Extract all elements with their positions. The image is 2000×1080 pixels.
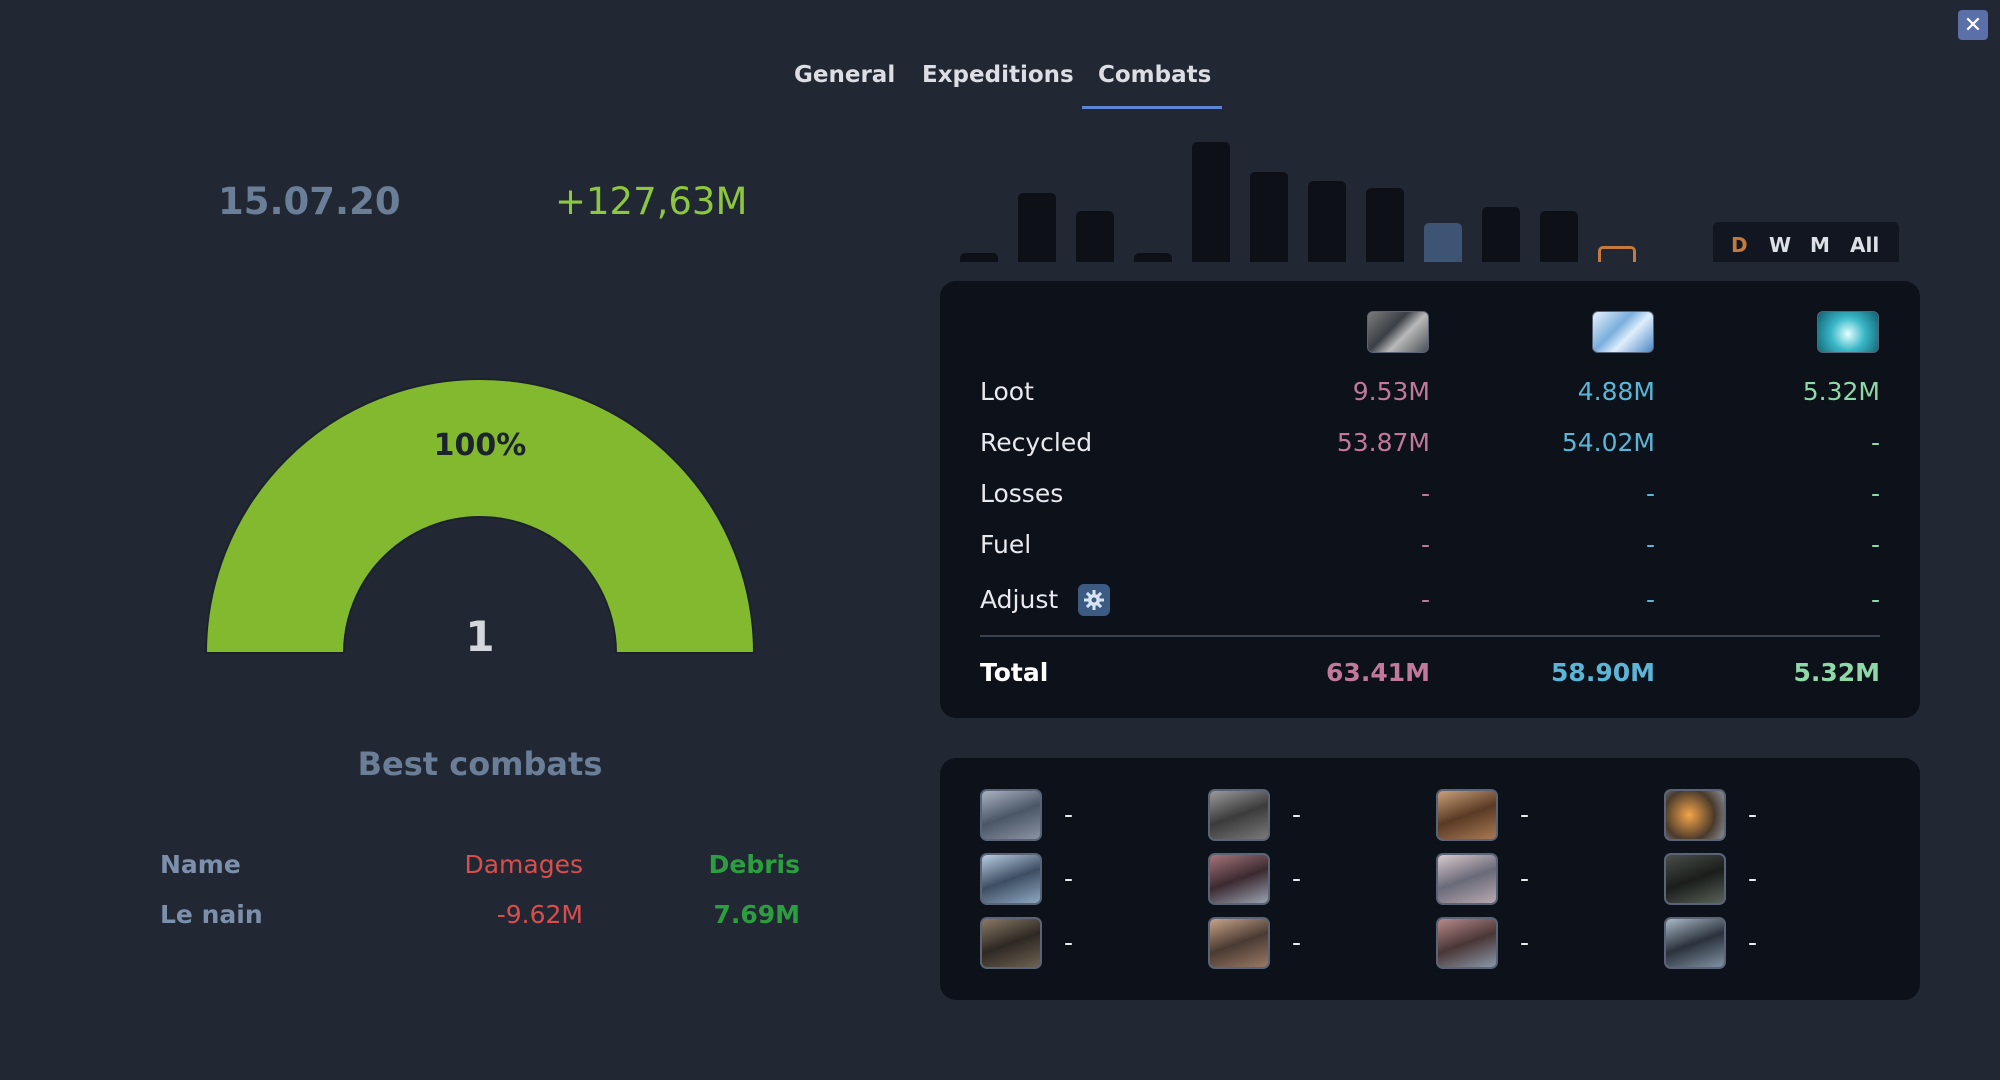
battleship-icon xyxy=(1664,789,1726,841)
losses-metal: - xyxy=(1420,479,1430,508)
metal-icon xyxy=(1367,311,1429,353)
total-metal: 63.41M xyxy=(1326,658,1430,687)
heavy-fighter-count: - xyxy=(1292,800,1302,829)
destroyer-count: - xyxy=(1520,864,1530,893)
loot-deuterium: 5.32M xyxy=(1802,377,1880,406)
pathfinder-icon xyxy=(1208,917,1270,969)
history-bar[interactable] xyxy=(1598,246,1636,262)
light-fighter-count: - xyxy=(1064,800,1074,829)
close-button[interactable]: ✕ xyxy=(1958,10,1988,40)
combat-damages: -9.62M xyxy=(496,900,583,929)
small-cargo-count: - xyxy=(1520,928,1530,957)
deuterium-icon xyxy=(1817,311,1879,353)
bomber-icon xyxy=(1208,853,1270,905)
tab-general[interactable]: General xyxy=(794,62,895,88)
bomber-count: - xyxy=(1292,864,1302,893)
period-all[interactable]: All xyxy=(1850,233,1879,257)
header-damages: Damages xyxy=(464,850,583,879)
cruiser-count: - xyxy=(1520,800,1530,829)
destroyer-icon xyxy=(1436,853,1498,905)
pathfinder-count: - xyxy=(1292,928,1302,957)
deathstar-icon xyxy=(1664,853,1726,905)
best-combats-title: Best combats xyxy=(357,745,603,783)
period-day[interactable]: D xyxy=(1731,233,1748,257)
reaper-count: - xyxy=(1064,928,1074,957)
losses-deuterium: - xyxy=(1870,479,1880,508)
row-label-adjust: Adjust xyxy=(980,585,1059,614)
history-bar[interactable] xyxy=(1366,188,1404,262)
battleship-count: - xyxy=(1748,800,1758,829)
gauge-percent: 100% xyxy=(433,428,527,463)
cruiser-icon xyxy=(1436,789,1498,841)
history-bar[interactable] xyxy=(1250,172,1288,262)
loot-metal: 9.53M xyxy=(1352,377,1430,406)
combat-debris: 7.69M xyxy=(713,900,800,929)
adjust-deuterium: - xyxy=(1870,585,1880,614)
fuel-crystal: - xyxy=(1645,530,1655,559)
combat-name[interactable]: Le nain xyxy=(160,900,263,929)
history-bar[interactable] xyxy=(1308,181,1346,262)
total-deuterium: 5.32M xyxy=(1793,658,1880,687)
history-bar[interactable] xyxy=(1482,207,1520,262)
reaper-icon xyxy=(980,917,1042,969)
history-bar[interactable] xyxy=(1540,211,1578,262)
history-bar[interactable] xyxy=(1134,253,1172,262)
battlecruiser-icon xyxy=(980,853,1042,905)
row-label-total: Total xyxy=(980,658,1049,687)
tab-expeditions[interactable]: Expeditions xyxy=(922,62,1074,88)
gauge-count: 1 xyxy=(465,612,495,661)
fuel-deuterium: - xyxy=(1870,530,1880,559)
adjust-crystal: - xyxy=(1645,585,1655,614)
row-label-recycled: Recycled xyxy=(980,428,1093,457)
recycled-crystal: 54.02M xyxy=(1561,428,1655,457)
large-cargo-icon xyxy=(1664,917,1726,969)
recycled-metal: 53.87M xyxy=(1336,428,1430,457)
crystal-icon xyxy=(1592,311,1654,353)
row-label-fuel: Fuel xyxy=(980,530,1032,559)
deathstar-count: - xyxy=(1748,864,1758,893)
history-bar[interactable] xyxy=(1076,211,1114,262)
active-tab-underline xyxy=(1082,106,1222,109)
gear-icon[interactable] xyxy=(1078,584,1110,616)
header-debris: Debris xyxy=(708,850,800,879)
adjust-metal: - xyxy=(1420,585,1430,614)
small-cargo-icon xyxy=(1436,917,1498,969)
daily-history-chart xyxy=(960,130,1660,262)
fuel-metal: - xyxy=(1420,530,1430,559)
light-fighter-icon xyxy=(980,789,1042,841)
battlecruiser-count: - xyxy=(1064,864,1074,893)
row-label-losses: Losses xyxy=(980,479,1064,508)
total-gain: +127,63M xyxy=(555,180,748,223)
history-bar[interactable] xyxy=(1424,223,1462,262)
recycled-deuterium: - xyxy=(1870,428,1880,457)
ships-panel xyxy=(940,758,1920,1000)
header-name: Name xyxy=(160,850,241,879)
loot-crystal: 4.88M xyxy=(1577,377,1655,406)
history-bar[interactable] xyxy=(1192,142,1230,262)
row-label-loot: Loot xyxy=(980,377,1034,406)
total-divider xyxy=(980,635,1880,637)
period-week[interactable]: W xyxy=(1769,233,1791,257)
selected-date: 15.07.20 xyxy=(218,180,401,223)
history-bar[interactable] xyxy=(1018,193,1056,262)
losses-crystal: - xyxy=(1645,479,1655,508)
total-crystal: 58.90M xyxy=(1551,658,1655,687)
large-cargo-count: - xyxy=(1748,928,1758,957)
period-month[interactable]: M xyxy=(1810,233,1830,257)
history-bar[interactable] xyxy=(960,253,998,262)
heavy-fighter-icon xyxy=(1208,789,1270,841)
tab-combats[interactable]: Combats xyxy=(1098,62,1211,88)
close-icon: ✕ xyxy=(1963,12,1983,38)
